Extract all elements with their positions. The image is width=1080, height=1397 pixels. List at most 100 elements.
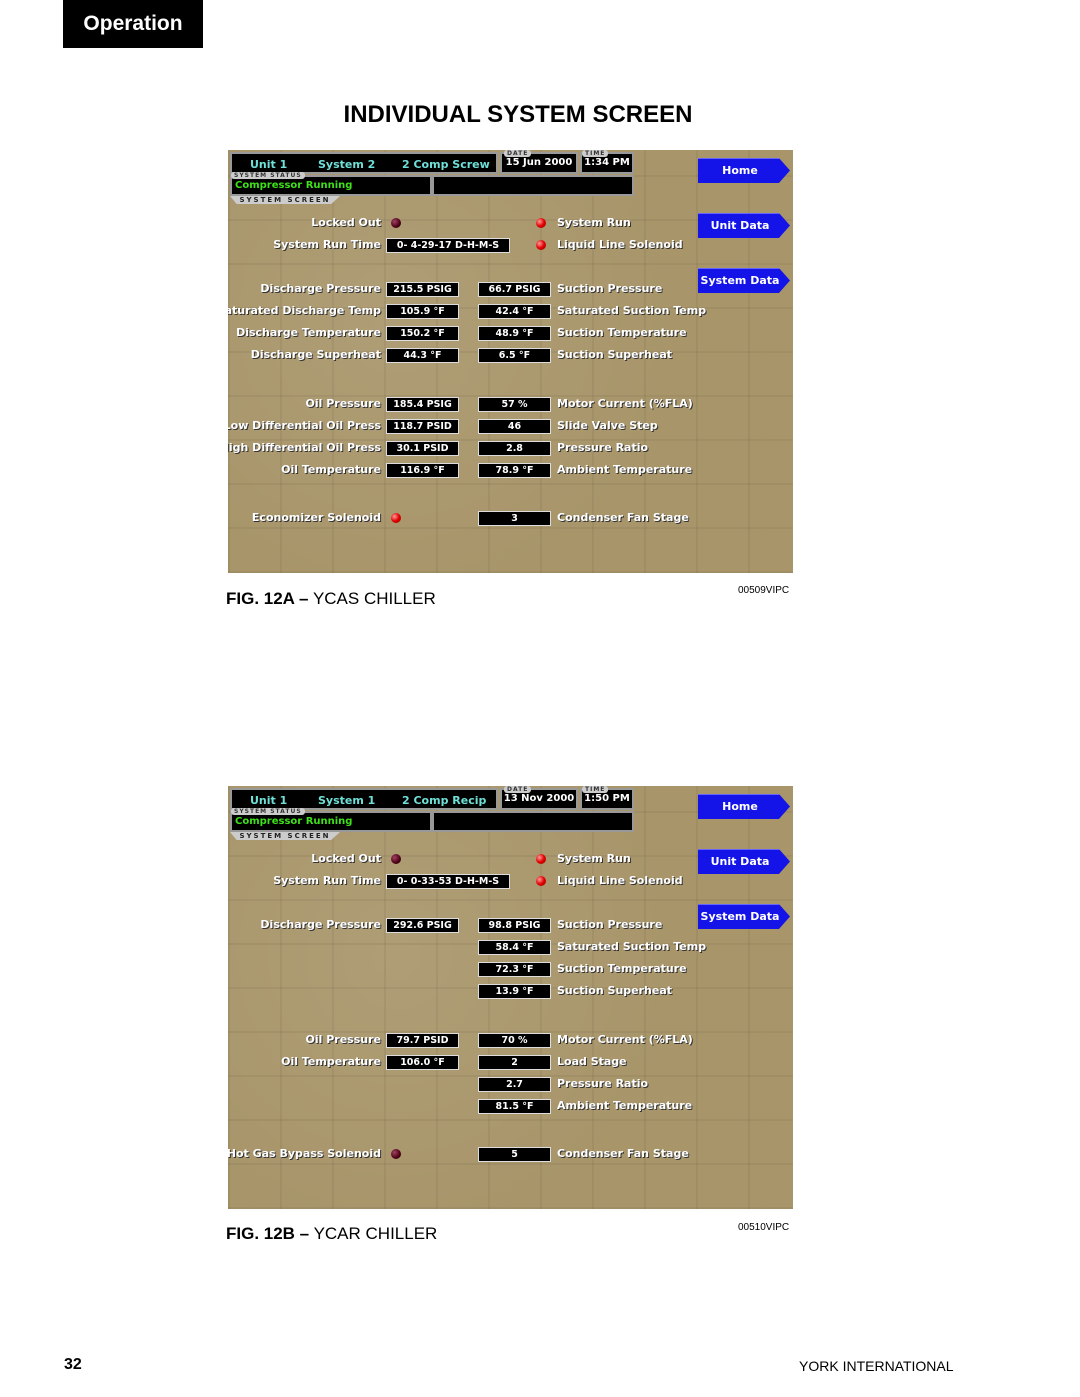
hot-gas-bypass-solenoid-indicator-icon xyxy=(391,1149,401,1159)
pressure-ratio-value: 2.8 xyxy=(478,441,551,456)
suction-pressure-label: Suction Pressure xyxy=(557,918,663,931)
ambient-temperature-label: Ambient Temperature xyxy=(557,463,693,476)
suction-pressure-value: 66.7 PSIG xyxy=(478,282,551,297)
figure-number: FIG. 12B – xyxy=(226,1224,310,1243)
figure-number: FIG. 12A – xyxy=(226,589,309,608)
liquid-line-solenoid-indicator-icon xyxy=(536,240,546,250)
saturated-suction-temp-value: 42.4 °F xyxy=(478,304,551,319)
motor-current-fla-label: Motor Current (%FLA) xyxy=(557,1033,693,1046)
suction-superheat-label: Suction Superheat xyxy=(557,348,673,361)
system-run-time-label: System Run Time xyxy=(273,238,381,251)
figure-code: 00510VIPC xyxy=(738,1222,790,1233)
discharge-pressure-value: 292.6 PSIG xyxy=(386,918,459,933)
time-caption: TIME xyxy=(582,786,609,793)
nav-button-system-data[interactable]: System Data xyxy=(698,268,790,293)
pressure-ratio-label: Pressure Ratio xyxy=(557,441,649,454)
header-bar: Unit 1 System 2 2 Comp Screw xyxy=(230,152,498,174)
economizer-solenoid-indicator-icon xyxy=(391,513,401,523)
discharge-temperature-value: 150.2 °F xyxy=(386,326,459,341)
oil-temperature-label: Oil Temperature xyxy=(281,463,381,476)
oil-pressure-label: Oil Pressure xyxy=(305,397,381,410)
date-caption: DATE xyxy=(504,150,532,157)
condenser-fan-stage-value: 3 xyxy=(478,511,551,526)
oil-temperature-label: Oil Temperature xyxy=(281,1055,381,1068)
figure-name: YCAR CHILLER xyxy=(313,1224,438,1243)
manual-page: Operation INDIVIDUAL SYSTEM SCREEN Unit … xyxy=(0,0,1080,1397)
nav-button-unit-data[interactable]: Unit Data xyxy=(698,849,790,874)
nav-button-home[interactable]: Home xyxy=(698,794,790,819)
discharge-temperature-label: Discharge Temperature xyxy=(236,326,381,339)
status-caption: SYSTEM STATUS xyxy=(231,808,305,815)
status-caption: SYSTEM STATUS xyxy=(231,172,305,179)
motor-current-fla-value: 70 % xyxy=(478,1033,551,1048)
system-run-time-value: 0- 0-33-53 D-H-M-S xyxy=(386,874,510,889)
high-differential-oil-press-label: High Differential Oil Press xyxy=(228,441,381,454)
load-stage-label: Load Stage xyxy=(557,1055,627,1068)
economizer-solenoid-label: Economizer Solenoid xyxy=(251,511,381,524)
footer-company: YORK INTERNATIONAL xyxy=(799,1358,954,1374)
condenser-fan-stage-value: 5 xyxy=(478,1147,551,1162)
slide-valve-step-label: Slide Valve Step xyxy=(557,419,658,432)
saturated-suction-temp-label: Saturated Suction Temp xyxy=(557,940,707,953)
page-number: 32 xyxy=(64,1356,82,1373)
locked-out-label: Locked Out xyxy=(311,852,381,865)
oil-temperature-value: 106.0 °F xyxy=(386,1055,459,1070)
saturated-discharge-temp-value: 105.9 °F xyxy=(386,304,459,319)
hot-gas-bypass-solenoid-label: Hot Gas Bypass Solenoid xyxy=(228,1147,381,1160)
load-stage-value: 2 xyxy=(478,1055,551,1070)
discharge-pressure-value: 215.5 PSIG xyxy=(386,282,459,297)
ambient-temperature-value: 78.9 °F xyxy=(478,463,551,478)
discharge-pressure-label: Discharge Pressure xyxy=(260,282,381,295)
suction-temperature-value: 48.9 °F xyxy=(478,326,551,341)
system-run-indicator-icon xyxy=(536,218,546,228)
figure-code: 00509VIPC xyxy=(738,585,790,596)
status-secondary xyxy=(432,811,634,832)
high-differential-oil-press-value: 30.1 PSID xyxy=(386,441,459,456)
suction-temperature-label: Suction Temperature xyxy=(557,326,687,339)
system-run-indicator-icon xyxy=(536,854,546,864)
system-run-label: System Run xyxy=(557,216,631,229)
system-run-time-value: 0- 4-29-17 D-H-M-S xyxy=(386,238,510,253)
discharge-superheat-label: Discharge Superheat xyxy=(250,348,381,361)
nav-button-unit-data[interactable]: Unit Data xyxy=(698,213,790,238)
status-secondary xyxy=(432,175,634,196)
motor-current-fla-label: Motor Current (%FLA) xyxy=(557,397,693,410)
system-run-time-label: System Run Time xyxy=(273,874,381,887)
suction-superheat-label: Suction Superheat xyxy=(557,984,673,997)
discharge-superheat-value: 44.3 °F xyxy=(386,348,459,363)
locked-out-label: Locked Out xyxy=(311,216,381,229)
motor-current-fla-value: 57 % xyxy=(478,397,551,412)
oil-pressure-value: 79.7 PSID xyxy=(386,1033,459,1048)
liquid-line-solenoid-label: Liquid Line Solenoid xyxy=(557,238,683,251)
oil-temperature-value: 116.9 °F xyxy=(386,463,459,478)
nav-button-home[interactable]: Home xyxy=(698,158,790,183)
suction-temperature-label: Suction Temperature xyxy=(557,962,687,975)
saturated-suction-temp-label: Saturated Suction Temp xyxy=(557,304,707,317)
compressor-type: 2 Comp Recip xyxy=(402,794,487,807)
figure-name: YCAS CHILLER xyxy=(312,589,436,608)
locked-out-indicator-icon xyxy=(391,218,401,228)
system-screen-tab: SYSTEM SCREEN xyxy=(230,832,340,840)
oil-pressure-value: 185.4 PSIG xyxy=(386,397,459,412)
compressor-type: 2 Comp Screw xyxy=(402,158,490,171)
liquid-line-solenoid-indicator-icon xyxy=(536,876,546,886)
low-differential-oil-press-label: Low Differential Oil Press xyxy=(228,419,381,432)
suction-superheat-value: 6.5 °F xyxy=(478,348,551,363)
nav-button-system-data[interactable]: System Data xyxy=(698,904,790,929)
header-bar: Unit 1 System 1 2 Comp Recip xyxy=(230,788,498,810)
locked-out-indicator-icon xyxy=(391,854,401,864)
unit-label: Unit 1 xyxy=(250,794,288,807)
date-caption: DATE xyxy=(504,786,532,793)
figure-caption: FIG. 12B – YCAR CHILLER xyxy=(226,1224,437,1244)
ambient-temperature-value: 81.5 °F xyxy=(478,1099,551,1114)
section-tab: Operation xyxy=(63,0,203,48)
unit-label: Unit 1 xyxy=(250,158,288,171)
system-label: System 2 xyxy=(318,158,376,171)
suction-superheat-value: 13.9 °F xyxy=(478,984,551,999)
discharge-pressure-label: Discharge Pressure xyxy=(260,918,381,931)
pressure-ratio-label: Pressure Ratio xyxy=(557,1077,649,1090)
system-label: System 1 xyxy=(318,794,376,807)
figure-caption: FIG. 12A – YCAS CHILLER xyxy=(226,589,436,609)
slide-valve-step-value: 46 xyxy=(478,419,551,434)
saturated-discharge-temp-label: Saturated Discharge Temp xyxy=(228,304,381,317)
